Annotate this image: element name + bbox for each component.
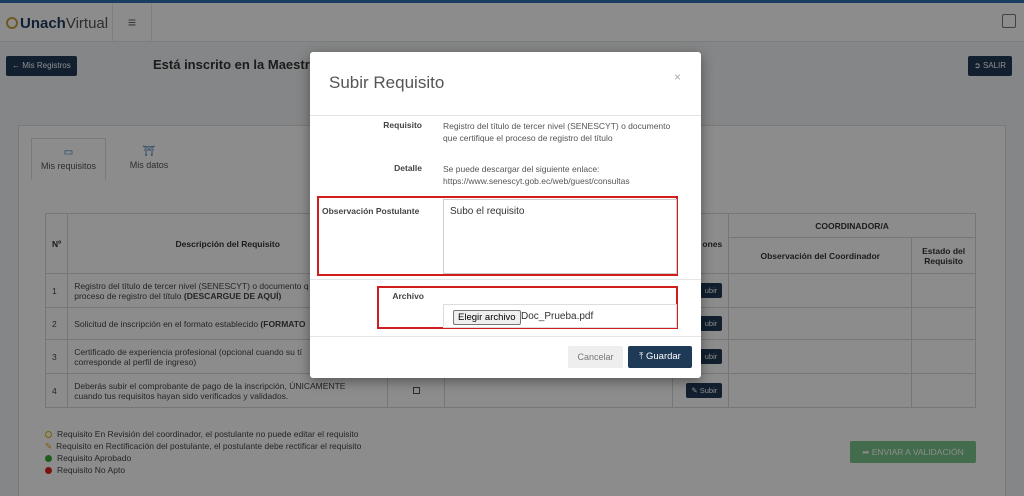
observacion-textarea[interactable]: Subo el requisito: [443, 199, 677, 274]
requisito-label: Requisito: [383, 120, 422, 130]
save-button[interactable]: ⤒ Guardar: [628, 346, 692, 368]
divider: [310, 279, 701, 280]
requisito-value: Registro del título de tercer nivel (SEN…: [443, 121, 671, 143]
divider: [310, 115, 701, 116]
close-icon[interactable]: ×: [674, 70, 681, 84]
divider: [310, 336, 701, 337]
elegir-archivo-button[interactable]: Elegir archivo: [453, 310, 521, 325]
cancel-button[interactable]: Cancelar: [568, 346, 623, 368]
file-input[interactable]: Elegir archivo Doc_Prueba.pdf: [443, 304, 677, 328]
observacion-label: Observación Postulante: [322, 206, 420, 216]
detalle-value: Se puede descargar del siguiente enlace:…: [443, 164, 630, 186]
subir-requisito-modal: Subir Requisito × Requisito Registro del…: [310, 52, 701, 378]
file-name: Doc_Prueba.pdf: [521, 311, 594, 322]
upload-icon: ⤒: [639, 351, 646, 362]
archivo-label: Archivo: [392, 291, 424, 301]
detalle-label: Detalle: [394, 163, 422, 173]
modal-title: Subir Requisito: [329, 73, 445, 92]
senescyt-link[interactable]: https://www.senescyt.gob.ec/web/guest/co…: [443, 176, 630, 186]
